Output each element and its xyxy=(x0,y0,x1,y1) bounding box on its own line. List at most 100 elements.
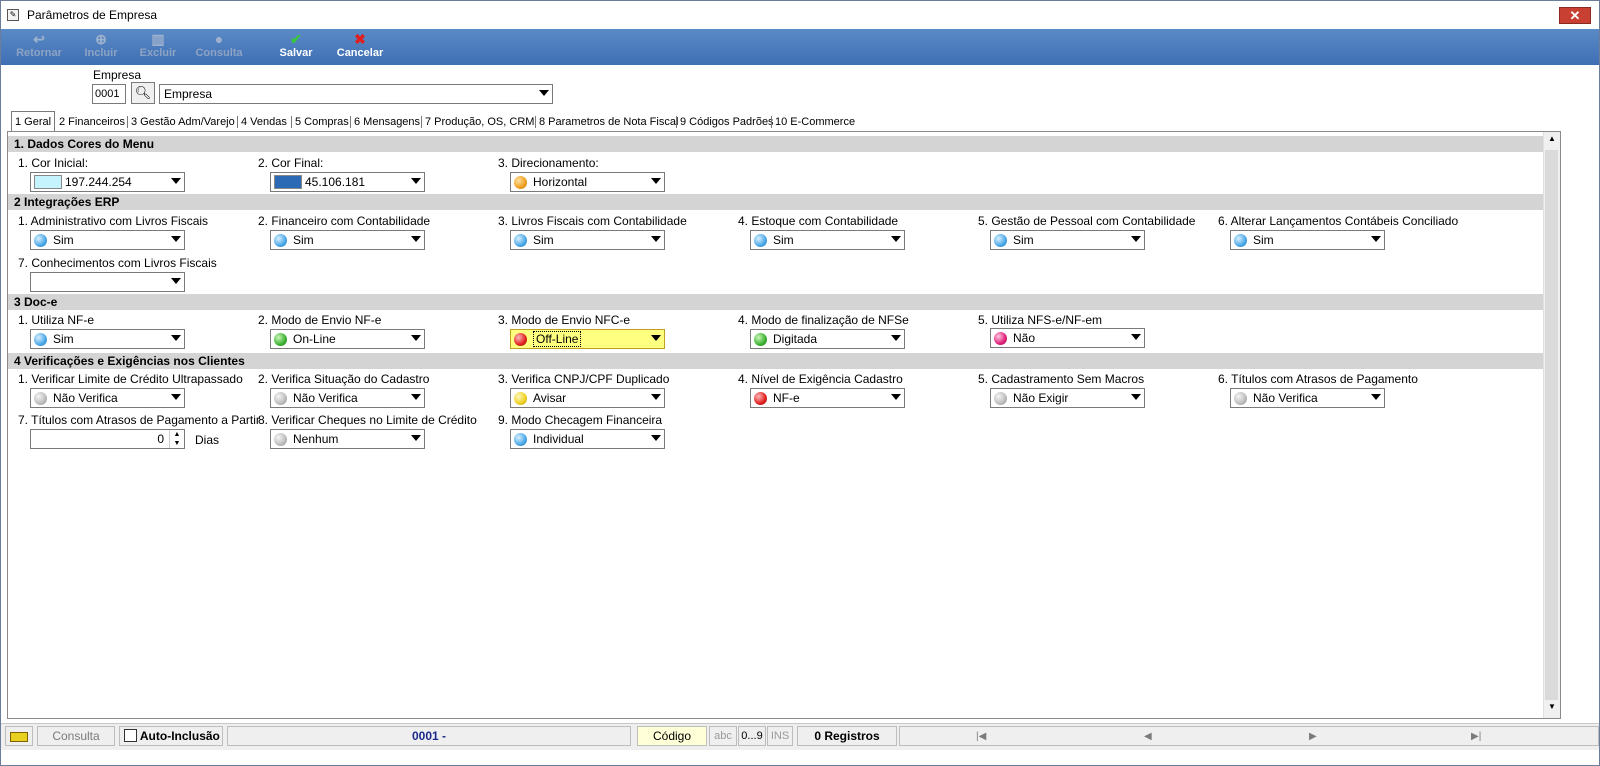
next-record-icon[interactable]: ▶ xyxy=(1309,731,1317,742)
mode-indicator xyxy=(5,726,33,746)
dias-atraso-stepper[interactable]: 0 ▲ ▼ xyxy=(30,429,185,449)
tab-mensagens[interactable]: 6 Mensagens xyxy=(354,113,420,131)
alterar-lancamentos-select[interactable]: Sim xyxy=(1230,230,1385,250)
modo-envio-nfce-select[interactable]: Off-Line xyxy=(510,329,665,349)
first-record-icon[interactable]: |◀ xyxy=(976,731,986,742)
section-header-verificacoes-clientes: 4 Verificações e Exigências nos Clientes xyxy=(8,353,1545,369)
status-dot-icon xyxy=(34,234,47,247)
search-icon: ● xyxy=(214,31,224,47)
tab-geral[interactable]: 1 Geral xyxy=(11,111,56,131)
modo-envio-nfe-select[interactable]: On-Line xyxy=(270,329,425,349)
field-label: 2. Cor Final: xyxy=(258,156,324,170)
main-window: ✎ Parâmetros de Empresa ✕ ↩ Retornar ⊕ I… xyxy=(0,0,1600,766)
modo-checagem-financeira-select[interactable]: Individual xyxy=(510,429,665,449)
section-header-doc-e: 3 Doc-e xyxy=(8,294,1545,310)
prev-record-icon[interactable]: ◀ xyxy=(1144,731,1152,742)
consulta-button[interactable]: ● Consulta xyxy=(191,31,247,63)
cor-inicial-select[interactable]: 197.244.254 xyxy=(30,172,185,192)
retornar-button[interactable]: ↩ Retornar xyxy=(11,31,67,63)
field-label: 4. Nível de Exigência Cadastro xyxy=(738,372,903,386)
excluir-button[interactable]: ▥ Excluir xyxy=(134,31,182,63)
modo-finalizacao-nfse-select[interactable]: Digitada xyxy=(750,329,905,349)
empresa-select[interactable]: Empresa xyxy=(159,84,553,104)
chevron-down-icon xyxy=(891,335,901,341)
field-label: 6. Títulos com Atrasos de Pagamento xyxy=(1218,372,1418,386)
tab-financeiros[interactable]: 2 Financeiros xyxy=(59,113,125,131)
tab-compras[interactable]: 5 Compras xyxy=(295,113,349,131)
vertical-scrollbar[interactable]: ▲ ▼ xyxy=(1543,132,1560,718)
gestao-pessoal-contabilidade-select[interactable]: Sim xyxy=(990,230,1145,250)
add-icon: ⊕ xyxy=(95,31,107,47)
chevron-down-icon xyxy=(171,236,181,242)
field-label: 6. Alterar Lançamentos Contábeis Concili… xyxy=(1218,214,1459,228)
chevron-down-icon xyxy=(411,435,421,441)
scroll-down-icon[interactable]: ▼ xyxy=(1544,702,1560,716)
titulos-atrasos-pagamento-select[interactable]: Não Verifica xyxy=(1230,388,1385,408)
empresa-code-input[interactable]: 0001 xyxy=(92,84,126,104)
status-dot-icon xyxy=(514,234,527,247)
direcionamento-select[interactable]: Horizontal xyxy=(510,172,665,192)
salvar-button[interactable]: ✔ Salvar xyxy=(271,31,321,63)
color-swatch xyxy=(34,175,62,189)
verificar-cheques-select[interactable]: Nenhum xyxy=(270,429,425,449)
delete-icon: ▥ xyxy=(151,31,165,47)
chevron-down-icon xyxy=(1371,236,1381,242)
administrativo-livros-fiscais-select[interactable]: Sim xyxy=(30,230,185,250)
chevron-down-icon xyxy=(411,335,421,341)
field-label: 1. Cor Inicial: xyxy=(18,156,89,170)
nivel-exigencia-cadastro-select[interactable]: NF-e xyxy=(750,388,905,408)
chevron-down-icon xyxy=(1371,394,1381,400)
tab-parametros-nota-fiscal[interactable]: 8 Parametros de Nota Fiscal xyxy=(539,113,678,131)
status-dot-icon xyxy=(994,332,1007,345)
estoque-contabilidade-select[interactable]: Sim xyxy=(750,230,905,250)
status-dot-icon xyxy=(1234,234,1247,247)
verifica-cnpj-cpf-select[interactable]: Avisar xyxy=(510,388,665,408)
chevron-down-icon xyxy=(539,90,549,96)
tab-gestao-adm-varejo[interactable]: 3 Gestão Adm/Varejo xyxy=(131,113,235,131)
chevron-down-icon xyxy=(1131,394,1141,400)
chevron-down-icon xyxy=(171,335,181,341)
incluir-button[interactable]: ⊕ Incluir xyxy=(77,31,125,63)
cor-final-select[interactable]: 45.106.181 xyxy=(270,172,425,192)
verificar-limite-credito-select[interactable]: Não Verifica xyxy=(30,388,185,408)
livros-fiscais-contabilidade-select[interactable]: Sim xyxy=(510,230,665,250)
status-dot-icon xyxy=(514,392,527,405)
scroll-up-icon[interactable]: ▲ xyxy=(1544,134,1560,148)
cancelar-button[interactable]: ✖ Cancelar xyxy=(331,31,389,63)
field-label: 1. Verificar Limite de Crédito Ultrapass… xyxy=(18,372,243,386)
tab-codigos-padroes[interactable]: 9 Códigos Padrões xyxy=(680,113,774,131)
field-label: 2. Verifica Situação do Cadastro xyxy=(258,372,430,386)
scroll-thumb[interactable] xyxy=(1545,150,1558,700)
close-button[interactable]: ✕ xyxy=(1559,7,1591,24)
record-navigator xyxy=(899,726,1599,746)
chevron-down-icon xyxy=(411,236,421,242)
tab-vendas[interactable]: 4 Vendas xyxy=(241,113,287,131)
financeiro-contabilidade-select[interactable]: Sim xyxy=(270,230,425,250)
chevron-down-icon xyxy=(1131,334,1141,340)
field-label: 8. Verificar Cheques no Limite de Crédit… xyxy=(258,413,477,427)
field-label: 3. Livros Fiscais com Contabilidade xyxy=(498,214,687,228)
chevron-down-icon xyxy=(651,178,661,184)
field-label: 1. Administrativo com Livros Fiscais xyxy=(18,214,209,228)
cadastramento-sem-macros-select[interactable]: Não Exigir xyxy=(990,388,1145,408)
empresa-search-button[interactable]: 🔍︎ xyxy=(131,82,155,104)
stepper-arrows-icon[interactable]: ▲ ▼ xyxy=(169,430,184,448)
conhecimentos-livros-fiscais-select[interactable] xyxy=(30,272,185,292)
mode-label: Consulta xyxy=(37,726,115,746)
ins-indicator: INS xyxy=(767,726,793,746)
status-dot-icon xyxy=(994,234,1007,247)
empresa-label: Empresa xyxy=(93,68,142,82)
verifica-situacao-cadastro-select[interactable]: Não Verifica xyxy=(270,388,425,408)
tab-producao-os-crm[interactable]: 7 Produção, OS, CRM xyxy=(425,113,534,131)
auto-inclusao-checkbox[interactable]: Auto-Inclusão xyxy=(119,726,223,746)
utiliza-nfse-nfem-select[interactable]: Não xyxy=(990,328,1145,348)
tab-e-commerce[interactable]: 10 E-Commerce xyxy=(775,113,855,131)
status-dot-icon xyxy=(34,392,47,405)
utiliza-nfe-select[interactable]: Sim xyxy=(30,329,185,349)
status-dot-icon xyxy=(754,333,767,346)
field-label: 7. Títulos com Atrasos de Pagamento a Pa… xyxy=(18,413,260,427)
numeric-indicator: 0...9 xyxy=(738,726,766,746)
checkbox-icon xyxy=(124,729,137,742)
field-label: 4. Estoque com Contabilidade xyxy=(738,214,899,228)
last-record-icon[interactable]: ▶| xyxy=(1471,731,1481,742)
